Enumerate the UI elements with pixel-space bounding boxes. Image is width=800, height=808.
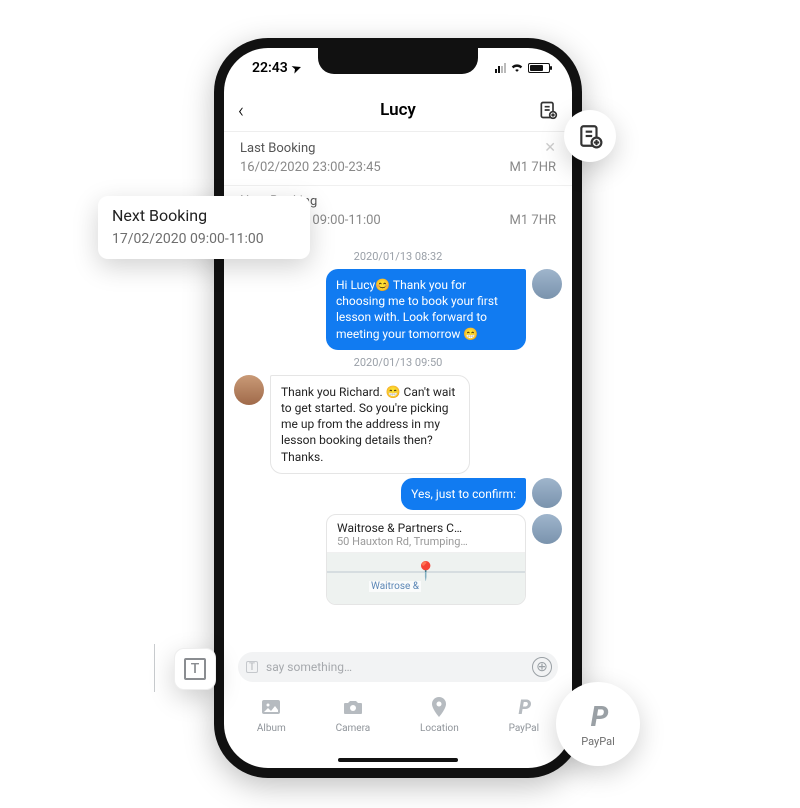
map-poi-label: Waitrose &: [369, 581, 421, 592]
action-album[interactable]: Album: [257, 695, 286, 734]
location-title: Waitrose & Partners C…: [337, 521, 515, 535]
callout-note-add[interactable]: [564, 110, 616, 162]
phone-notch: [318, 48, 478, 74]
home-indicator[interactable]: [338, 758, 458, 762]
location-icon: [427, 695, 451, 719]
wifi-icon: [510, 60, 524, 76]
map-pin-icon: 📍: [415, 562, 437, 583]
message-row-location: Waitrose & Partners C… 50 Hauxton Rd, Tr…: [234, 514, 562, 605]
action-location[interactable]: Location: [420, 695, 459, 734]
action-camera[interactable]: Camera: [336, 695, 371, 734]
booking-last-label: Last Booking: [240, 141, 315, 156]
dismiss-booking-icon[interactable]: ✕: [544, 140, 556, 156]
booking-next-code: M1 7HR: [510, 213, 556, 228]
message-bubble[interactable]: Yes, just to confirm:: [401, 478, 526, 510]
booking-last-time: 16/02/2020 23:00-23:45: [240, 160, 381, 175]
paypal-icon: P: [591, 700, 606, 733]
avatar-richard[interactable]: [532, 269, 562, 299]
avatar-lucy[interactable]: [234, 375, 264, 405]
callout-next-booking-time: 17/02/2020 09:00-11:00: [112, 231, 296, 247]
avatar-richard[interactable]: [532, 478, 562, 508]
callout-next-booking[interactable]: Next Booking 17/02/2020 09:00-11:00: [98, 196, 310, 259]
callout-next-booking-label: Next Booking: [112, 206, 296, 225]
callout-text-format[interactable]: T: [174, 648, 216, 690]
message-row-outgoing-1: Hi Lucy😊 Thank you for choosing me to bo…: [234, 269, 562, 350]
location-arrow-icon: ➤: [290, 60, 303, 75]
paypal-icon: P: [519, 695, 530, 719]
booking-last-code: M1 7HR: [510, 160, 556, 175]
message-bubble[interactable]: Hi Lucy😊 Thank you for choosing me to bo…: [326, 269, 526, 350]
note-add-icon: [577, 123, 603, 149]
booking-last[interactable]: Last Booking ✕ 16/02/2020 23:00-23:45 M1…: [224, 132, 572, 185]
action-paypal[interactable]: P PayPal: [509, 695, 539, 734]
action-album-label: Album: [257, 723, 286, 734]
status-time: 22:43: [252, 60, 288, 76]
message-row-outgoing-2: Yes, just to confirm:: [234, 478, 562, 510]
location-subtitle: 50 Hauxton Rd, Trumping…: [337, 535, 515, 548]
phone-frame: 22:43 ➤ ‹ Lucy: [214, 38, 582, 778]
location-map-preview[interactable]: Waitrose & 📍: [327, 552, 525, 604]
message-placeholder: say something…: [266, 660, 352, 674]
message-input[interactable]: T say something…: [238, 652, 558, 682]
action-camera-label: Camera: [336, 723, 371, 734]
callout-divider: [154, 644, 155, 692]
battery-icon: [528, 63, 550, 73]
text-format-icon[interactable]: T: [246, 661, 258, 673]
location-card[interactable]: Waitrose & Partners C… 50 Hauxton Rd, Tr…: [326, 514, 526, 605]
chat-header: ‹ Lucy: [224, 88, 572, 132]
message-composer: T say something… ⊕: [224, 646, 572, 688]
callout-paypal-label: PayPal: [581, 735, 615, 748]
text-format-icon: T: [184, 658, 206, 680]
signal-bars-icon: [495, 63, 506, 73]
attachment-actions: Album Camera Location P PayPal: [224, 687, 572, 752]
note-add-button[interactable]: [528, 100, 558, 120]
camera-icon: [341, 695, 365, 719]
message-row-incoming-1: Thank you Richard. 😁 Can't wait to get s…: [234, 375, 562, 474]
action-paypal-label: PayPal: [509, 723, 539, 734]
action-location-label: Location: [420, 723, 459, 734]
back-button[interactable]: ‹: [238, 98, 268, 122]
chat-thread: 2020/01/13 08:32 Hi Lucy😊 Thank you for …: [224, 238, 572, 609]
timestamp-2: 2020/01/13 09:50: [234, 356, 562, 369]
phone-screen: 22:43 ➤ ‹ Lucy: [224, 48, 572, 768]
avatar-richard[interactable]: [532, 514, 562, 544]
chat-title: Lucy: [268, 100, 528, 120]
callout-paypal[interactable]: P PayPal: [556, 682, 640, 766]
message-bubble[interactable]: Thank you Richard. 😁 Can't wait to get s…: [270, 375, 470, 474]
add-attachment-button[interactable]: ⊕: [532, 657, 552, 677]
album-icon: [259, 695, 283, 719]
